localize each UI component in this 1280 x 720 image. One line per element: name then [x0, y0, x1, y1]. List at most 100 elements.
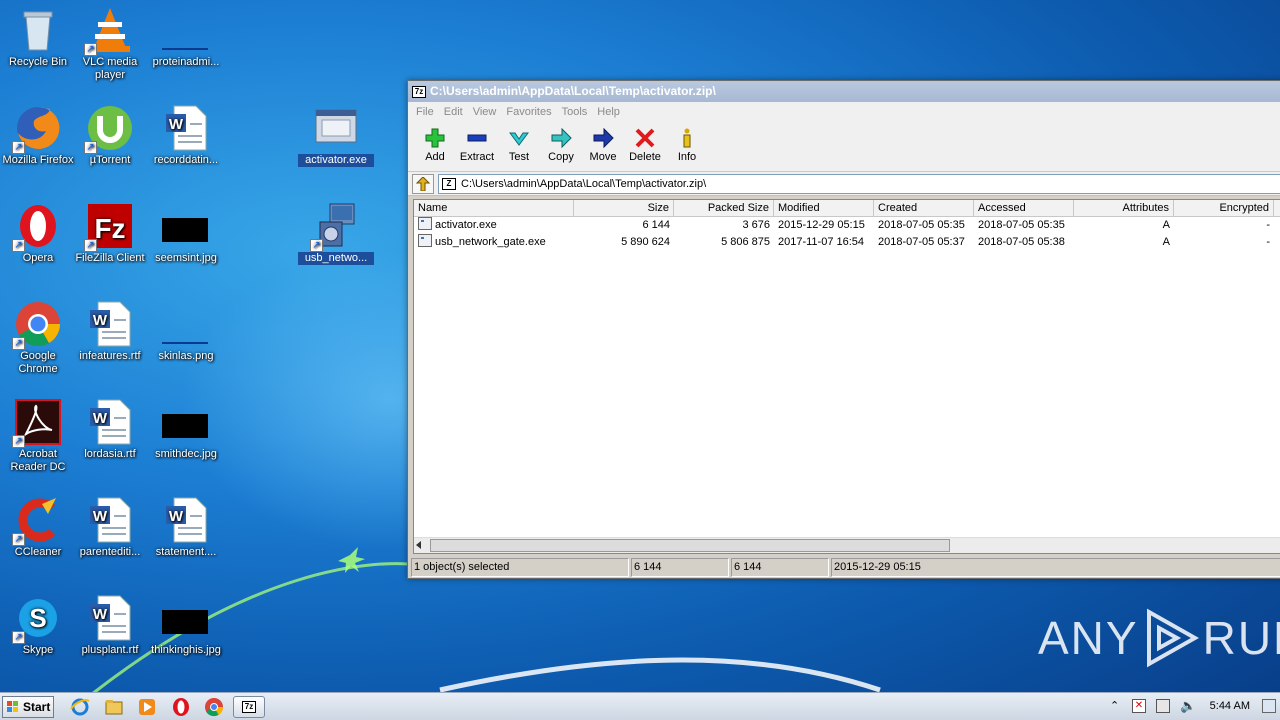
copy-arrow-icon	[551, 127, 572, 149]
desktop-icon-label: lordasia.rtf	[84, 448, 136, 460]
desktop-icon-utorrent[interactable]: ↗ µTorrent	[72, 104, 148, 167]
cell-accessed: 2018-07-05 05:38	[978, 236, 1065, 248]
start-button[interactable]: Start	[2, 696, 54, 718]
cell-name: activator.exe	[414, 217, 574, 234]
clock[interactable]: 5:44 AM	[1210, 700, 1250, 712]
desktop-icon-infeatures[interactable]: W infeatures.rtf	[72, 300, 148, 363]
menu-help[interactable]: Help	[593, 106, 626, 118]
desktop-icon-label: Google Chrome	[18, 350, 58, 375]
table-row[interactable]: usb_network_gate.exe 5 890 624 5 806 875…	[414, 234, 1280, 251]
desktop-icon-statement[interactable]: W statement....	[148, 496, 224, 559]
desktop-icon-opera[interactable]: ↗ Opera	[0, 202, 76, 265]
delete-x-icon	[635, 128, 655, 148]
column-accessed[interactable]: Accessed	[974, 200, 1074, 216]
desktop-icon-thinkinghis[interactable]: thinkinghis.jpg	[148, 594, 224, 657]
chrome-icon: ↗	[12, 300, 62, 350]
desktop-icon-seemsint[interactable]: seemsint.jpg	[148, 202, 224, 265]
desktop-icon-lordasia[interactable]: W lordasia.rtf	[72, 398, 148, 461]
desktop-icon-skinlas[interactable]: skinlas.png	[148, 300, 224, 363]
desktop-icon-label: VLC media player	[82, 56, 138, 81]
desktop-icon-ccleaner[interactable]: ↗ CCleaner	[0, 496, 76, 559]
column-encrypted[interactable]: Encrypted	[1174, 200, 1274, 216]
action-center-icon[interactable]: ✕	[1132, 699, 1146, 713]
desktop-icon-label: recorddatin...	[153, 154, 219, 166]
delete-button[interactable]: Delete	[624, 125, 666, 171]
anyrun-watermark: ANY RUN	[1038, 608, 1280, 668]
status-packed: 6 144	[731, 558, 829, 577]
test-button[interactable]: Test	[498, 125, 540, 171]
column-name[interactable]: Name	[414, 200, 574, 216]
add-label: Add	[425, 151, 445, 163]
window-titlebar[interactable]: 7z C:\Users\admin\AppData\Local\Temp\act…	[408, 81, 1280, 102]
show-desktop-button[interactable]	[1262, 699, 1276, 713]
shortcut-arrow-icon: ↗	[12, 337, 25, 350]
internet-explorer-icon[interactable]	[70, 697, 90, 717]
menu-favorites[interactable]: Favorites	[502, 106, 557, 118]
desktop-icon-smithdec[interactable]: smithdec.jpg	[148, 398, 224, 461]
info-button[interactable]: Info	[666, 125, 708, 171]
shortcut-arrow-icon: ↗	[84, 141, 97, 154]
desktop-icon-parentediti[interactable]: W parentediti...	[72, 496, 148, 559]
file-list[interactable]: Name Size Packed Size Modified Created A…	[413, 199, 1280, 554]
7zip-file-manager-window[interactable]: 7z C:\Users\admin\AppData\Local\Temp\act…	[407, 80, 1280, 579]
cell-size: 6 144	[642, 219, 670, 231]
desktop-icon-proteinadmi[interactable]: proteinadmi...	[148, 6, 224, 69]
cell-created: 2018-07-05 05:35	[878, 219, 965, 231]
desktop-icon-label: infeatures.rtf	[79, 350, 141, 362]
exe-file-icon	[312, 104, 360, 152]
menu-view[interactable]: View	[469, 106, 503, 118]
cell-packed: 5 806 875	[721, 236, 770, 248]
column-attributes[interactable]: Attributes	[1074, 200, 1174, 216]
move-button[interactable]: Move	[582, 125, 624, 171]
add-button[interactable]: Add	[414, 125, 456, 171]
desktop-icon-usb-network[interactable]: ↗ usb_netwo...	[298, 202, 374, 265]
desktop-icon-chrome[interactable]: ↗ Google Chrome	[0, 300, 76, 376]
word-doc-icon: W	[86, 398, 134, 446]
address-path: C:\Users\admin\AppData\Local\Temp\activa…	[461, 177, 707, 190]
desktop-icon-vlc[interactable]: ↗ VLC media player	[72, 6, 148, 82]
7zip-taskbar-button[interactable]: 7z	[233, 696, 265, 718]
scrollbar-thumb[interactable]	[430, 539, 950, 552]
cell-name: usb_network_gate.exe	[414, 234, 574, 251]
desktop-icon-recycle-bin[interactable]: Recycle Bin	[0, 6, 76, 69]
info-label: Info	[677, 151, 697, 163]
svg-text:S: S	[29, 603, 46, 633]
column-modified[interactable]: Modified	[774, 200, 874, 216]
desktop-icon-filezilla[interactable]: Fz ↗ FileZilla Client	[72, 202, 148, 265]
copy-button[interactable]: Copy	[540, 125, 582, 171]
horizontal-scrollbar[interactable]	[414, 537, 1280, 553]
up-arrow-icon	[415, 176, 431, 191]
shortcut-arrow-icon: ↗	[84, 239, 97, 252]
volume-icon[interactable]: 🔈	[1180, 698, 1196, 714]
image-file-icon	[162, 594, 210, 642]
extract-button[interactable]: Extract	[456, 125, 498, 171]
scroll-left-icon[interactable]	[416, 541, 421, 549]
desktop-icon-plusplant[interactable]: W plusplant.rtf	[72, 594, 148, 657]
chrome-taskbar-icon[interactable]	[204, 697, 224, 717]
address-field[interactable]: Z C:\Users\admin\AppData\Local\Temp\acti…	[438, 173, 1280, 194]
menu-tools[interactable]: Tools	[558, 106, 594, 118]
column-created[interactable]: Created	[874, 200, 974, 216]
shortcut-arrow-icon: ↗	[12, 141, 25, 154]
table-row[interactable]: activator.exe 6 144 3 676 2015-12-29 05:…	[414, 217, 1280, 234]
svg-text:W: W	[169, 508, 184, 525]
desktop-icon-activator[interactable]: activator.exe	[298, 104, 374, 167]
desktop-icon-recorddatin[interactable]: W recorddatin...	[148, 104, 224, 167]
column-size[interactable]: Size	[574, 200, 674, 216]
column-packed-size[interactable]: Packed Size	[674, 200, 774, 216]
up-folder-button[interactable]	[412, 173, 434, 194]
image-file-icon	[162, 398, 210, 446]
desktop-icon-acrobat[interactable]: ↗ Acrobat Reader DC	[0, 398, 76, 474]
desktop-icon-label: thinkinghis.jpg	[151, 644, 221, 656]
desktop-icon-skype[interactable]: S ↗ Skype	[0, 594, 76, 657]
status-selected: 1 object(s) selected	[411, 558, 629, 577]
network-icon[interactable]	[1156, 699, 1170, 713]
opera-taskbar-icon[interactable]	[171, 697, 191, 717]
desktop-icon-firefox[interactable]: ↗ Mozilla Firefox	[0, 104, 76, 167]
menu-file[interactable]: File	[412, 106, 440, 118]
file-explorer-icon[interactable]	[104, 697, 124, 717]
show-hidden-icons-icon[interactable]: ⌃	[1110, 699, 1119, 712]
media-player-icon[interactable]	[137, 697, 157, 717]
menu-edit[interactable]: Edit	[440, 106, 469, 118]
exe-file-icon	[418, 234, 432, 247]
